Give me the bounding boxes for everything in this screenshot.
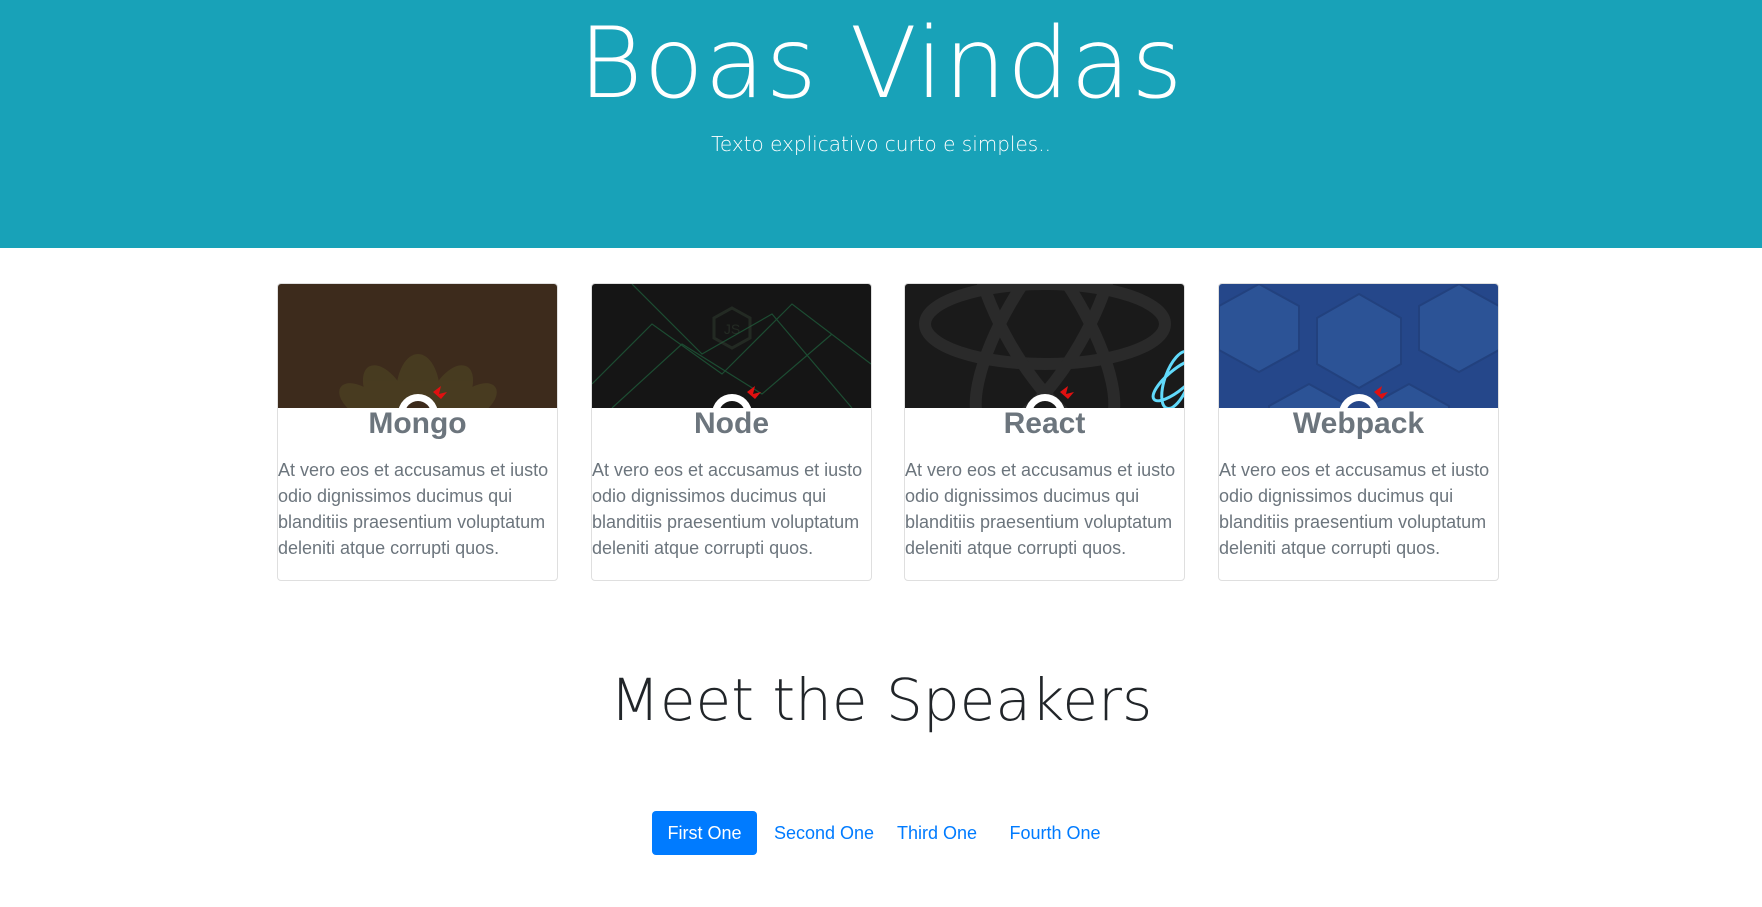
card-text-react: At vero eos et accusamus et iusto odio d…	[905, 460, 1176, 558]
svg-text:JS: JS	[724, 321, 740, 337]
card-title-webpack: Webpack	[1292, 407, 1425, 440]
hero-title: Boas Vindas	[578, 7, 1184, 121]
card-title-mongo: Mongo	[368, 407, 467, 440]
card-react: React At vero eos et accusamus et iusto …	[904, 283, 1185, 581]
card-title-node: Node	[694, 407, 769, 440]
tab-second-one[interactable]: Second One	[768, 811, 880, 855]
card-image-webpack	[1219, 284, 1498, 408]
tab-fourth-one[interactable]: Fourth One	[1004, 811, 1106, 855]
hero-banner: Boas Vindas Texto explicativo curto e si…	[0, 0, 1762, 248]
card-image-react	[905, 284, 1184, 408]
card-title-react: React	[1003, 407, 1086, 440]
card-mongo: Mongo At vero eos et accusamus et iusto …	[277, 283, 558, 581]
tab-first-one[interactable]: First One	[652, 811, 757, 855]
card-node: JS Node At vero eos et accusamus et iust…	[591, 283, 872, 581]
tab-third-one[interactable]: Third One	[892, 811, 982, 855]
hero-subtitle: Texto explicativo curto e simples..	[711, 132, 1051, 156]
card-image-node: JS	[592, 284, 871, 408]
card-text-node: At vero eos et accusamus et iusto odio d…	[592, 460, 863, 558]
card-image-mongo	[278, 284, 557, 408]
speakers-heading: Meet the Speakers	[609, 666, 1153, 734]
card-text-webpack: At vero eos et accusamus et iusto odio d…	[1219, 460, 1490, 558]
card-webpack: Webpack At vero eos et accusamus et iust…	[1218, 283, 1499, 581]
card-text-mongo: At vero eos et accusamus et iusto odio d…	[278, 460, 549, 558]
